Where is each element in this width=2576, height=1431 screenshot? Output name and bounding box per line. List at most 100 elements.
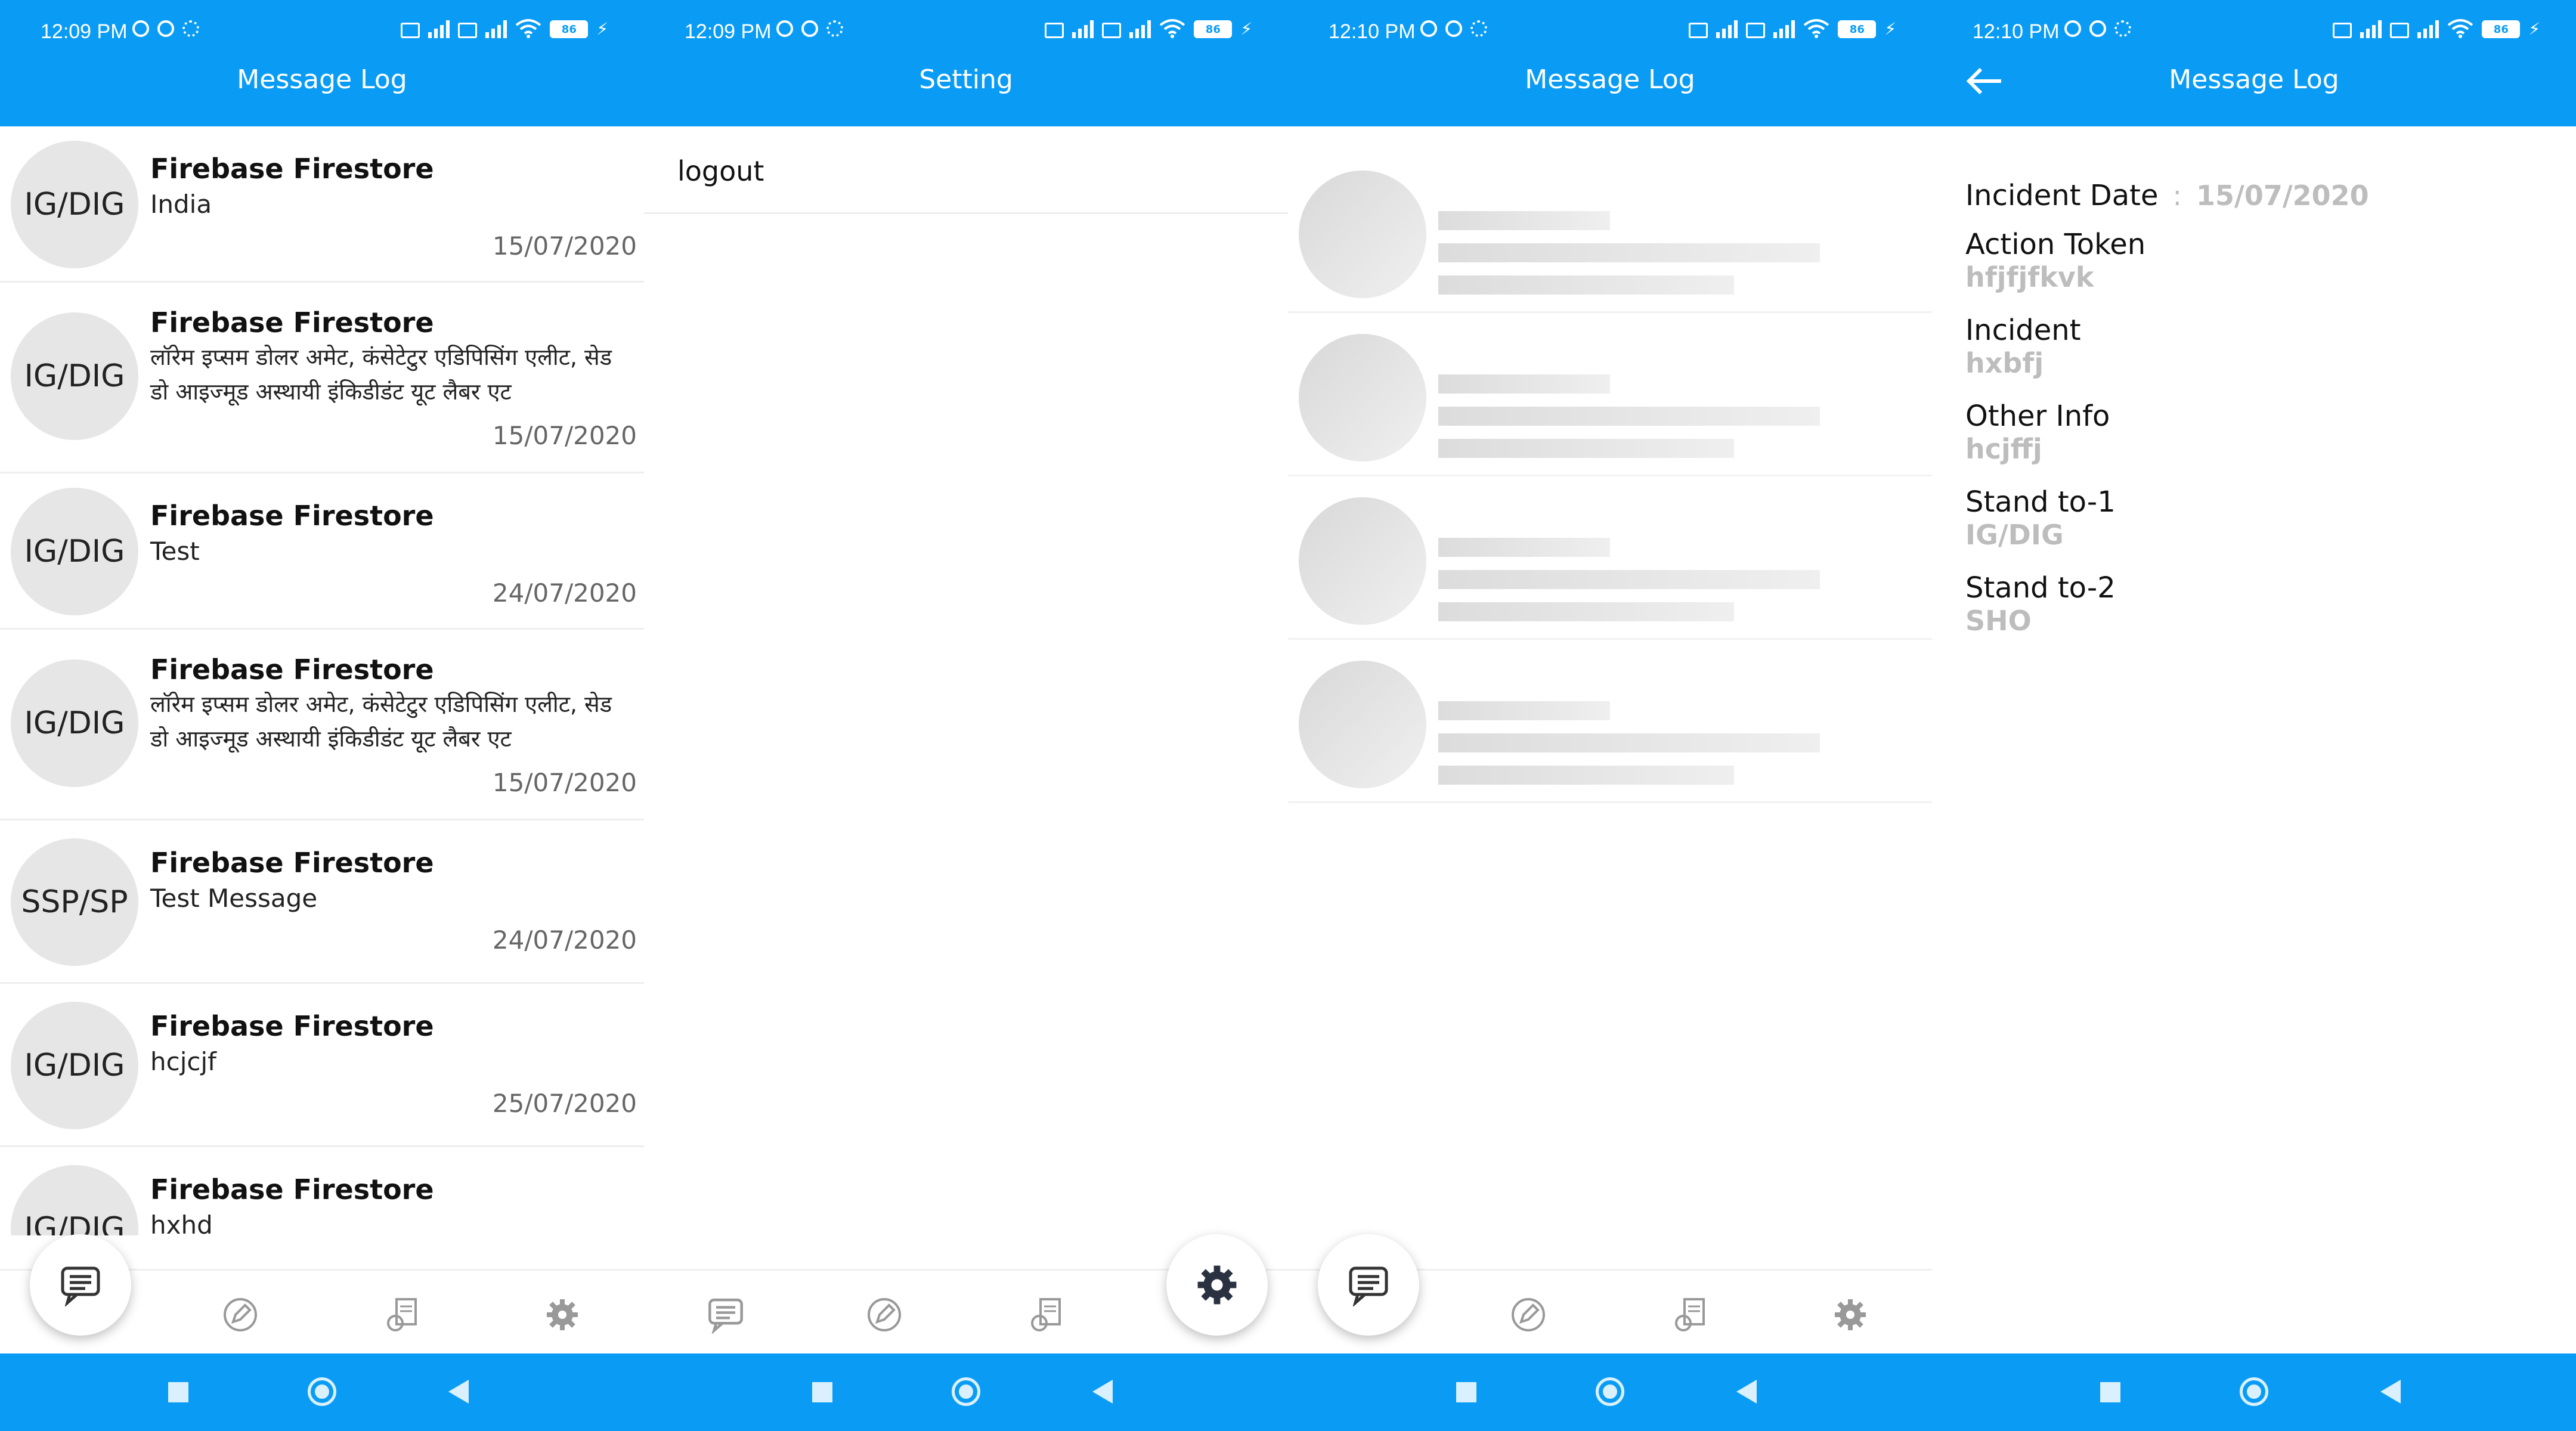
settings-list: logout <box>644 126 1288 1235</box>
message-date: 24/07/2020 <box>492 578 637 608</box>
nav-edit-button[interactable] <box>863 1294 905 1336</box>
message-body: Test Message <box>150 884 318 913</box>
page-title: Setting <box>919 64 1013 95</box>
charging-icon: ⚡ <box>2528 19 2540 39</box>
charging-icon: ⚡ <box>1240 19 1252 39</box>
skeleton-list <box>1288 126 1932 1235</box>
other-info-value: hcjffj <box>1965 433 2042 465</box>
avatar: IG/DIG <box>11 1002 138 1129</box>
notification-icon <box>132 20 149 37</box>
home-button[interactable] <box>952 1377 980 1406</box>
recents-button[interactable] <box>168 1382 188 1402</box>
page-title: Message Log <box>2169 64 2339 95</box>
skeleton-line <box>1438 538 1610 557</box>
notification-icon <box>801 20 818 37</box>
charging-icon: ⚡ <box>596 19 608 39</box>
stand-to-2-label: Stand to-2 <box>1965 571 2116 605</box>
skeleton-avatar <box>1299 171 1426 298</box>
signal-icon <box>1716 19 1738 38</box>
skeleton-avatar <box>1299 661 1426 788</box>
wifi-icon <box>1160 19 1185 38</box>
skeleton-row <box>1288 639 1932 803</box>
system-nav-bar <box>1932 1353 2576 1431</box>
nav-messages-button[interactable] <box>1318 1234 1419 1336</box>
action-token-label: Action Token <box>1965 228 2146 261</box>
document-icon <box>1031 1298 1061 1331</box>
other-info-row: Other Info hcjffj <box>1965 399 2110 465</box>
back-button[interactable] <box>448 1380 469 1404</box>
screen-message-log: 12:09 PM 86 ⚡ Message Log IG/DIG Firebas… <box>0 0 644 1431</box>
document-icon <box>1675 1298 1705 1331</box>
stand-to-1-label: Stand to-1 <box>1965 485 2116 519</box>
home-button[interactable] <box>1596 1377 1624 1406</box>
incident-date-value: 15/07/2020 <box>2196 179 2369 212</box>
message-title: Firebase Firestore <box>150 500 434 532</box>
message-body: Test <box>150 537 200 566</box>
status-time: 12:10 PM <box>1973 20 2060 43</box>
signal-icon <box>428 19 450 38</box>
recents-button[interactable] <box>1456 1382 1476 1402</box>
list-item[interactable]: IG/DIG Firebase Firestore लॉरेम इप्सम डो… <box>0 630 644 820</box>
avatar: SSP/SP <box>11 838 138 966</box>
document-icon <box>387 1298 417 1331</box>
list-item[interactable]: IG/DIG Firebase Firestore Test 24/07/202… <box>0 473 644 630</box>
message-title: Firebase Firestore <box>150 1010 434 1042</box>
nav-documents-button[interactable] <box>1026 1294 1067 1336</box>
skeleton-avatar <box>1299 334 1426 461</box>
message-body: लॉरेम इप्सम डोलर अमेट, कंसेटेटुर एडिपिसि… <box>150 344 612 405</box>
nav-messages-button[interactable] <box>705 1294 747 1336</box>
skeleton-row <box>1288 149 1932 313</box>
skeleton-row <box>1288 312 1932 476</box>
back-button[interactable] <box>1092 1380 1113 1404</box>
list-item[interactable]: IG/DIG Firebase Firestore लॉरेम इप्सम डो… <box>0 283 644 473</box>
back-button[interactable] <box>2380 1380 2401 1404</box>
message-title: Firebase Firestore <box>150 306 434 339</box>
incident-date-row: Incident Date:15/07/2020 <box>1965 179 2369 212</box>
recents-button[interactable] <box>2100 1382 2120 1402</box>
skeleton-avatar <box>1299 497 1426 625</box>
app-bar: 12:09 PM 86 ⚡ Message Log <box>0 0 644 126</box>
list-item[interactable]: IG/DIG Firebase Firestore India 15/07/20… <box>0 126 644 283</box>
volte-icon <box>401 23 420 38</box>
gear-icon <box>2114 20 2131 37</box>
gear-icon <box>826 20 843 37</box>
signal-icon <box>1072 19 1094 38</box>
incident-row: Incident hxbfj <box>1965 314 2081 379</box>
skeleton-line <box>1438 733 1820 752</box>
status-time: 12:10 PM <box>1329 20 1416 43</box>
home-button[interactable] <box>308 1377 336 1406</box>
action-token-value: hfjfjfkvk <box>1965 261 2094 293</box>
avatar: IG/DIG <box>11 312 138 440</box>
recents-button[interactable] <box>812 1382 832 1402</box>
nav-settings-button[interactable] <box>541 1294 583 1336</box>
nav-documents-button[interactable] <box>382 1294 423 1336</box>
skeleton-row <box>1288 476 1932 640</box>
battery-icon: 86 <box>1838 20 1877 38</box>
logout-button[interactable]: logout <box>677 155 764 187</box>
avatar: IG/DIG <box>11 488 138 615</box>
message-title: Firebase Firestore <box>150 153 434 185</box>
nav-edit-button[interactable] <box>219 1294 261 1336</box>
wifi-icon <box>2448 19 2473 38</box>
incident-label: Incident <box>1965 314 2081 347</box>
nav-documents-button[interactable] <box>1670 1294 1711 1336</box>
page-title: Message Log <box>237 64 407 95</box>
home-button[interactable] <box>2240 1377 2268 1406</box>
volte-icon <box>1689 23 1708 38</box>
nav-settings-button[interactable] <box>1829 1294 1871 1336</box>
list-item[interactable]: IG/DIG Firebase Firestore hxhd <box>0 1147 644 1235</box>
status-bar: 12:09 PM 86 ⚡ <box>0 0 644 66</box>
message-date: 15/07/2020 <box>492 421 637 450</box>
nav-edit-button[interactable] <box>1507 1294 1549 1336</box>
list-item[interactable]: SSP/SP Firebase Firestore Test Message 2… <box>0 820 644 984</box>
status-time: 12:09 PM <box>685 20 772 43</box>
wifi-icon <box>1804 19 1829 38</box>
back-button[interactable] <box>1736 1380 1757 1404</box>
nav-messages-button[interactable] <box>30 1234 131 1336</box>
skeleton-line <box>1438 439 1734 458</box>
battery-icon: 86 <box>1194 20 1233 38</box>
list-item[interactable]: IG/DIG Firebase Firestore hcjcjf 25/07/2… <box>0 984 644 1147</box>
signal-icon <box>1773 19 1795 38</box>
screens-composite: 12:09 PM 86 ⚡ Message Log IG/DIG Firebas… <box>0 0 2576 1431</box>
nav-settings-button[interactable] <box>1166 1234 1268 1336</box>
